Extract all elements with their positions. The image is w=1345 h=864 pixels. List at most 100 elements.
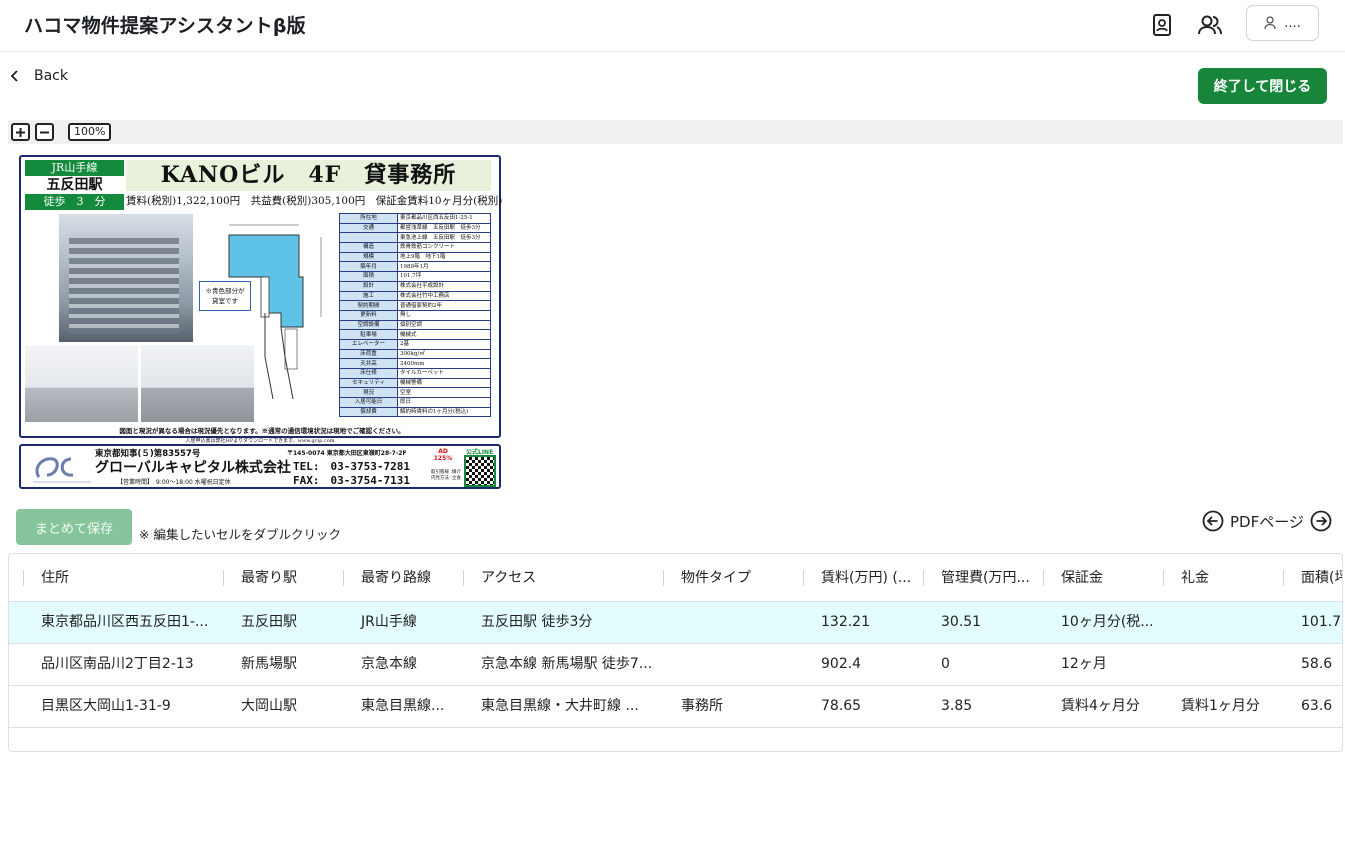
- spec-value: 機械警備: [397, 377, 491, 389]
- user-menu-button[interactable]: ....: [1246, 5, 1319, 41]
- prev-page-button[interactable]: [1202, 510, 1224, 532]
- back-label: Back: [34, 68, 68, 84]
- cell-line[interactable]: 京急本線: [343, 644, 463, 685]
- column-header[interactable]: 保証金: [1043, 554, 1163, 602]
- spec-row: 所在地 東京都品川区西五反田1-25-1: [339, 213, 491, 224]
- column-header[interactable]: 最寄り駅: [223, 554, 343, 602]
- spec-key: 駐車場: [339, 329, 398, 340]
- table-row[interactable]: 東京都品川区西五反田1-... 五反田駅 JR山手線 五反田駅 徒歩3分 132…: [9, 602, 1342, 644]
- cell-line[interactable]: 東急目黒線...: [343, 686, 463, 727]
- spec-value: 鉄骨鉄筋コンクリート: [397, 242, 491, 253]
- cell-key-money[interactable]: [1163, 602, 1283, 643]
- address-book-icon[interactable]: [1147, 10, 1177, 40]
- interior-photo: [25, 345, 138, 422]
- cell-area[interactable]: 101.7: [1283, 602, 1342, 643]
- cell-type[interactable]: [663, 602, 803, 643]
- cell-rent[interactable]: 132.21: [803, 602, 923, 643]
- cell-rent[interactable]: 902.4: [803, 644, 923, 685]
- cell-access[interactable]: 京急本線 新馬場駅 徒歩7...: [463, 644, 663, 685]
- cell-area[interactable]: 58.6: [1283, 644, 1342, 685]
- cell-fee[interactable]: 3.85: [923, 686, 1043, 727]
- spec-row: 交通 都営浅草線 五反田駅 徒歩3分: [339, 222, 491, 234]
- cell-deposit[interactable]: 賃料4ヶ月分: [1043, 686, 1163, 727]
- cell-rent[interactable]: 78.65: [803, 686, 923, 727]
- cell-deposit[interactable]: 10ヶ月分(税...: [1043, 602, 1163, 643]
- cell-address[interactable]: 東京都品川区西五反田1-...: [23, 602, 223, 643]
- spec-row: 空調設備 個別空調: [339, 319, 491, 331]
- spec-row: 面積 101.7坪: [339, 271, 491, 282]
- cell-deposit[interactable]: 12ヶ月: [1043, 644, 1163, 685]
- save-all-button[interactable]: まとめて保存: [16, 509, 132, 545]
- spec-value: 株式会社竹中工務店: [397, 290, 491, 302]
- spec-value: 機械式: [397, 329, 491, 340]
- cell-access[interactable]: 五反田駅 徒歩3分: [463, 602, 663, 643]
- spec-row: 規模 地上9階 地下1階: [339, 251, 491, 263]
- flyer-notice-2: 入居申込書は弊社HPよりダウンロードできます。www.gcip.com: [185, 438, 335, 444]
- column-header[interactable]: 物件タイプ: [663, 554, 803, 602]
- cell-line[interactable]: JR山手線: [343, 602, 463, 643]
- spec-key: 償却費: [339, 406, 398, 418]
- cell-station[interactable]: 新馬場駅: [223, 644, 343, 685]
- spec-row: 構造 鉄骨鉄筋コンクリート: [339, 242, 491, 253]
- cell-access[interactable]: 東急目黒線・大井町線 ...: [463, 686, 663, 727]
- column-header[interactable]: 礼金: [1163, 554, 1283, 602]
- users-icon[interactable]: [1195, 10, 1225, 40]
- pdf-page-nav: PDFページ: [1202, 510, 1332, 532]
- spec-row: 床荷重 300kg/㎡: [339, 348, 491, 360]
- spec-value: 個別空調: [397, 319, 491, 331]
- vacant-area-note: ※青色部分が 貸室です: [199, 281, 251, 311]
- column-header[interactable]: 住所: [23, 554, 223, 602]
- zoom-out-button[interactable]: [35, 123, 54, 141]
- spec-value: 地上9階 地下1階: [397, 251, 491, 263]
- next-page-button[interactable]: [1310, 510, 1332, 532]
- edit-hint: ※ 編集したいセルをダブルクリック: [139, 527, 341, 542]
- flyer-title: KANOビル 4F 貸事務所: [126, 160, 491, 191]
- transaction-type: 取引態様 :媒介 内見方法 :立会: [431, 470, 461, 481]
- column-header[interactable]: アクセス: [463, 554, 663, 602]
- spec-row: 駐車場 機械式: [339, 329, 491, 340]
- spec-value: 101.7坪: [397, 271, 491, 282]
- cell-station[interactable]: 五反田駅: [223, 602, 343, 643]
- spec-key: 所在地: [339, 213, 398, 224]
- cell-key-money[interactable]: [1163, 644, 1283, 685]
- user-icon: [1264, 16, 1276, 30]
- flyer-main-panel: JR山手線 五反田駅 徒歩 3 分 KANOビル 4F 貸事務所 賃料(税別)1…: [19, 155, 502, 438]
- column-header[interactable]: 面積(坪: [1283, 554, 1342, 602]
- cell-station[interactable]: 大岡山駅: [223, 686, 343, 727]
- spec-row: 現況 空室: [339, 387, 491, 399]
- spec-value: 300kg/㎡: [397, 348, 491, 360]
- zoom-in-button[interactable]: [11, 123, 30, 141]
- spec-key: 入居可能日: [339, 397, 398, 408]
- flyer-notice: 図面と現況が異なる場合は現況優先となります。※通常の通信環境状況は現地でご確認く…: [119, 427, 405, 435]
- cell-type[interactable]: 事務所: [663, 686, 803, 727]
- spec-key: 交通: [339, 222, 398, 234]
- spec-key: 面積: [339, 271, 398, 282]
- spec-value: 都営浅草線 五反田駅 徒歩3分: [397, 222, 491, 234]
- cell-fee[interactable]: 30.51: [923, 602, 1043, 643]
- spec-value: 東京都品川区西五反田1-25-1: [397, 213, 491, 224]
- rail-line: JR山手線: [25, 160, 124, 176]
- cell-fee[interactable]: 0: [923, 644, 1043, 685]
- zoom-level: 100%: [68, 123, 112, 141]
- qr-code-icon: [464, 455, 496, 487]
- back-button[interactable]: Back: [10, 68, 68, 84]
- cell-address[interactable]: 目黒区大岡山1-31-9: [23, 686, 223, 727]
- table-header: 住所 最寄り駅 最寄り路線 アクセス 物件タイプ 賃料(万円) (... 管理費…: [9, 554, 1342, 602]
- cell-area[interactable]: 63.6: [1283, 686, 1342, 727]
- cell-type[interactable]: [663, 644, 803, 685]
- finish-close-button[interactable]: 終了して閉じる: [1198, 68, 1327, 104]
- column-header[interactable]: 賃料(万円) (...: [803, 554, 923, 602]
- spec-row: 設計 株式会社平成設計: [339, 280, 491, 292]
- spec-key: 床仕様: [339, 368, 398, 379]
- spec-row: 償却費 解約時賃料の1ヶ月分(税込): [339, 406, 491, 418]
- column-header[interactable]: 最寄り路線: [343, 554, 463, 602]
- station-box: JR山手線 五反田駅 徒歩 3 分: [25, 160, 124, 210]
- spec-value: 空室: [397, 387, 491, 399]
- table-row[interactable]: 品川区南品川2丁目2-13 新馬場駅 京急本線 京急本線 新馬場駅 徒歩7...…: [9, 644, 1342, 686]
- column-header[interactable]: 管理費(万円...: [923, 554, 1043, 602]
- spec-value: タイルカーペット: [397, 368, 491, 379]
- cell-key-money[interactable]: 賃料1ヶ月分: [1163, 686, 1283, 727]
- company-logo-icon: [33, 457, 91, 483]
- table-row[interactable]: 目黒区大岡山1-31-9 大岡山駅 東急目黒線... 東急目黒線・大井町線 ..…: [9, 686, 1342, 728]
- cell-address[interactable]: 品川区南品川2丁目2-13: [23, 644, 223, 685]
